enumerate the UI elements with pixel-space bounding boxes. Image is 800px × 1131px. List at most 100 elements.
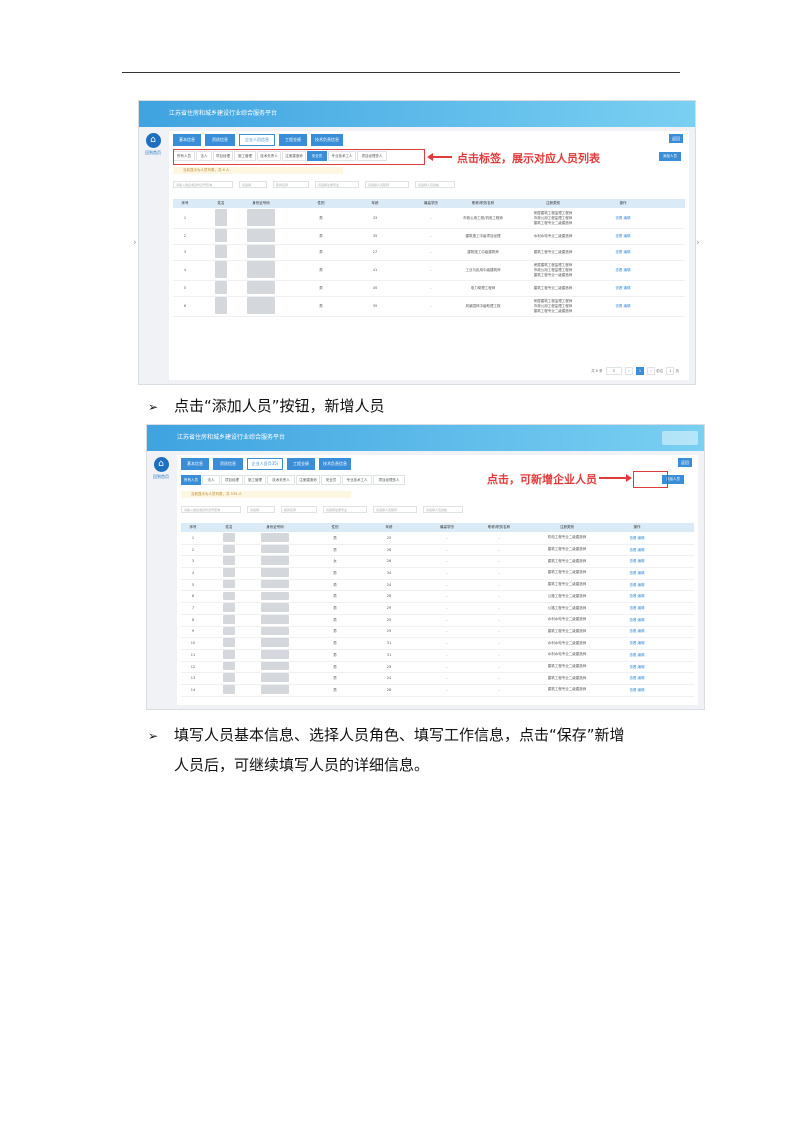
view-edit-links[interactable]: 查看 编辑 xyxy=(623,688,651,693)
content-panel: 返回 基本信息 资质信息 企业人员信息 工程业绩 技术负责信息 所有人员 法人 项目经理 施工… xyxy=(169,131,689,380)
main-tab[interactable]: 工程业绩 xyxy=(279,134,307,146)
filter-input[interactable]: 职务名称 xyxy=(273,181,309,188)
platform-title: 江苏省住房和城乡建设行业综合服务平台 xyxy=(177,434,286,441)
prev-page-button[interactable]: ‹ xyxy=(624,367,633,375)
main-tab[interactable]: 基本信息 xyxy=(173,134,201,146)
view-edit-links[interactable]: 查看 编辑 xyxy=(623,594,651,599)
home-link[interactable]: ⌂ 回到首页 xyxy=(151,457,171,480)
next-page-button[interactable]: › xyxy=(647,367,656,375)
view-edit-links[interactable]: 查看 编辑 xyxy=(609,268,637,273)
page-size-select[interactable]: 5 xyxy=(605,367,622,375)
back-button[interactable]: 返回 xyxy=(669,134,683,143)
view-edit-links[interactable]: 查看 编辑 xyxy=(609,286,637,291)
sub-tab[interactable]: 所有人员 xyxy=(181,475,201,485)
filter-input[interactable]: 请选择人员职称 xyxy=(365,181,409,188)
gender-cell: 男 xyxy=(333,617,337,622)
side-mark-left: › xyxy=(133,238,137,248)
view-edit-links[interactable]: 查看 编辑 xyxy=(609,234,637,239)
content-panel: 返回 基本信息 资质信息 企业人员(535) 工程业绩 技术负责信息 所有人员 法人 项目经… xyxy=(177,455,698,705)
main-tab[interactable]: 工程业绩 xyxy=(287,458,315,470)
main-tab[interactable]: 技术负责信息 xyxy=(311,134,343,146)
column-header: 最高学历 xyxy=(424,201,438,205)
view-edit-links[interactable]: 查看 编辑 xyxy=(623,629,651,634)
age-cell: 26 xyxy=(386,559,392,564)
view-edit-links[interactable]: 查看 编辑 xyxy=(609,216,637,221)
filter-input[interactable]: 请选择人员资格 xyxy=(423,506,463,513)
education-cell: - xyxy=(446,570,448,575)
registration-cell: 房屋建筑工程监理工程师 市政公用工程监理工程师 建筑工程专业二级建造师 xyxy=(518,299,588,314)
main-tab[interactable]: 技术负责信息 xyxy=(319,458,351,470)
view-edit-links[interactable]: 查看 编辑 xyxy=(623,665,651,670)
education-cell: - xyxy=(446,676,448,681)
filter-input[interactable]: 请输入姓名或身份证号查询 xyxy=(181,506,241,513)
view-edit-links[interactable]: 查看 编辑 xyxy=(623,583,651,588)
sub-tab[interactable]: 项目经理 xyxy=(221,475,243,485)
filter-input[interactable]: 请选择注册专业 xyxy=(323,506,367,513)
sub-tab[interactable]: 专业技术工人 xyxy=(342,475,372,485)
main-tab[interactable]: 资质信息 xyxy=(205,134,235,146)
age-cell: 28 xyxy=(386,687,392,692)
education-cell: - xyxy=(430,250,432,254)
back-button[interactable]: 返回 xyxy=(678,458,692,467)
sub-tab[interactable]: 技术负责人 xyxy=(267,475,295,485)
filter-input[interactable]: 职务名称 xyxy=(281,506,317,513)
filter-input[interactable]: 请选择 xyxy=(239,181,267,188)
education-cell: - xyxy=(446,559,448,564)
highlight-box-tabs xyxy=(173,149,425,165)
sub-tab[interactable]: 法人 xyxy=(202,475,220,485)
registration-cell: 水利水电专业二级建造师 xyxy=(518,234,588,239)
filter-input[interactable]: 请选择 xyxy=(247,506,275,513)
registration-line: 建筑工程专业二级建造师 xyxy=(533,285,573,290)
filter-input[interactable]: 请选择人员资格 xyxy=(415,181,455,188)
view-edit-links[interactable]: 查看 编辑 xyxy=(609,304,637,309)
column-header: 身份证号码 xyxy=(252,201,270,205)
view-edit-links[interactable]: 查看 编辑 xyxy=(623,571,651,576)
sub-tab[interactable]: 安全员 xyxy=(321,475,341,485)
sub-tab[interactable]: 施工管理 xyxy=(244,475,266,485)
column-header: 序号 xyxy=(189,525,197,529)
add-person-button[interactable]: 添加人员 xyxy=(659,152,681,161)
filter-input[interactable]: 请选择人员职称 xyxy=(373,506,417,513)
view-edit-links[interactable]: 查看 编辑 xyxy=(623,653,651,658)
age-cell: 45 xyxy=(372,286,378,290)
table-header: 序号 姓名 身份证号码 性别 年龄 最高学历 职称/职务名称 注册类别 操作 xyxy=(181,523,694,532)
sub-tab[interactable]: 注册建造师 xyxy=(296,475,320,485)
view-edit-links[interactable]: 查看 编辑 xyxy=(623,676,651,681)
gender-cell: 男 xyxy=(333,535,337,540)
view-edit-links[interactable]: 查看 编辑 xyxy=(623,606,651,611)
home-label: 回到首页 xyxy=(153,474,169,479)
page-number[interactable]: 1 xyxy=(636,367,644,375)
education-cell: - xyxy=(446,547,448,552)
title-cell: - xyxy=(498,594,500,599)
view-edit-links[interactable]: 查看 编辑 xyxy=(623,548,651,553)
view-edit-links[interactable]: 查看 编辑 xyxy=(623,536,651,541)
column-header: 注册类别 xyxy=(560,525,574,529)
title-cell: - xyxy=(498,641,500,646)
view-edit-links[interactable]: 查看 编辑 xyxy=(623,641,651,646)
column-header: 身份证号码 xyxy=(266,525,284,529)
main-tabs: 返回 基本信息 资质信息 企业人员(535) 工程业绩 技术负责信息 xyxy=(181,458,694,470)
registration-line: 建筑工程专业二级建造师 xyxy=(547,547,587,552)
filter-input[interactable]: 请输入姓名或身份证号查询 xyxy=(173,181,233,188)
main-tab[interactable]: 企业人员信息 xyxy=(239,134,275,146)
row-number: 6 xyxy=(191,594,195,599)
blurred-id-number xyxy=(261,638,289,647)
row-number: 5 xyxy=(191,582,195,587)
gender-cell: 男 xyxy=(333,641,337,646)
view-edit-links[interactable]: 查看 编辑 xyxy=(623,618,651,623)
notice-bar: 当前显示为人员列表，共 535 人 xyxy=(181,491,351,498)
row-number: 6 xyxy=(183,304,187,308)
sub-tab[interactable]: 项目经理多人 xyxy=(373,475,405,485)
registration-cell: 水利水电专业二级建造师 xyxy=(532,641,602,646)
title-cell: - xyxy=(498,535,500,540)
main-tab[interactable]: 资质信息 xyxy=(213,458,243,470)
home-link[interactable]: ⌂ 回到首页 xyxy=(143,133,163,156)
main-tab[interactable]: 企业人员(535) xyxy=(247,458,283,470)
view-edit-links[interactable]: 查看 编辑 xyxy=(623,559,651,564)
main-tab[interactable]: 基本信息 xyxy=(181,458,209,470)
user-avatar[interactable] xyxy=(662,431,698,445)
filter-input[interactable]: 请选择注册专业 xyxy=(315,181,359,188)
view-edit-links[interactable]: 查看 编辑 xyxy=(609,250,637,255)
platform-header: 江苏省住房和城乡建设行业综合服务平台 xyxy=(139,101,695,127)
page-jump-input[interactable]: 1 xyxy=(666,367,675,375)
